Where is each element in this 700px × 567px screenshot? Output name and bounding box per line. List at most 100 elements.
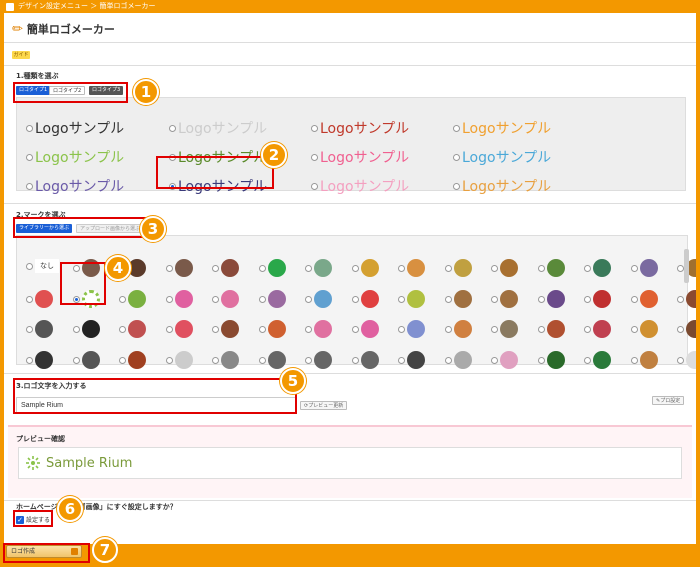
mark-option[interactable]: なし [26,259,59,273]
mark-option[interactable] [584,259,611,277]
mark-option[interactable] [444,290,472,308]
mark-option[interactable] [677,320,696,338]
radio-button[interactable] [677,264,684,272]
radio-button[interactable] [630,356,638,364]
radio-button[interactable] [453,153,460,161]
radio-button[interactable] [398,325,405,333]
mark-option[interactable] [165,259,193,277]
radio-button[interactable] [537,356,545,364]
radio-button[interactable] [305,356,312,364]
mark-option[interactable] [26,290,53,308]
mark-option[interactable] [630,290,658,308]
logo-type-option[interactable]: Logoサンプル [311,176,409,196]
radio-button[interactable] [491,264,498,272]
radio-button[interactable] [169,124,176,132]
radio-button[interactable] [584,295,591,303]
radio-button[interactable] [72,356,80,364]
mark-option[interactable] [165,320,193,338]
radio-button[interactable] [351,325,359,333]
logo-type-option[interactable]: Logoサンプル [169,118,267,138]
radio-button[interactable] [630,264,638,272]
logo-type-option[interactable]: Logoサンプル [453,147,551,167]
mark-option[interactable] [491,351,518,369]
mark-option[interactable] [630,351,658,369]
mark-option[interactable] [537,320,565,338]
radio-button[interactable] [165,295,173,303]
mark-option[interactable] [305,290,332,308]
logo-type-option[interactable]: Logoサンプル [26,118,124,138]
radio-button[interactable] [677,295,684,303]
radio-button[interactable] [212,264,219,272]
mark-option[interactable] [537,290,565,308]
radio-button[interactable] [677,325,684,333]
radio-button[interactable] [630,295,638,303]
mark-option[interactable] [584,320,611,338]
radio-button[interactable] [26,295,33,303]
radio-button[interactable] [444,264,452,272]
radio-button[interactable] [584,264,591,272]
radio-button[interactable] [398,356,405,364]
radio-button[interactable] [584,325,591,333]
radio-button[interactable] [258,325,266,333]
mark-option[interactable] [444,320,472,338]
mark-option[interactable] [398,290,425,308]
mark-option[interactable] [212,290,239,308]
mark-option[interactable] [630,259,658,277]
pro-settings-button[interactable]: ✎プロ設定 [652,396,685,405]
radio-button[interactable] [444,325,452,333]
mark-scrollbar[interactable] [684,249,689,283]
mark-option[interactable] [537,351,565,369]
radio-button[interactable] [491,325,498,333]
mark-option[interactable] [444,351,472,369]
radio-button[interactable] [453,124,460,132]
mark-option[interactable] [258,320,286,338]
mark-option[interactable] [26,320,53,338]
radio-button[interactable] [212,295,219,303]
radio-button[interactable] [258,264,266,272]
radio-button[interactable] [212,325,219,333]
mark-option[interactable] [584,351,611,369]
logo-type-option[interactable]: Logoサンプル [311,147,409,167]
mark-option[interactable] [398,320,425,338]
radio-button[interactable] [398,264,405,272]
mark-option[interactable] [537,259,565,277]
mark-option[interactable] [258,290,286,308]
radio-button[interactable] [351,264,359,272]
logo-type-option[interactable]: Logoサンプル [26,176,124,196]
mark-option[interactable] [119,290,146,308]
radio-button[interactable] [491,356,498,364]
radio-button[interactable] [305,325,312,333]
mark-option[interactable] [351,290,379,308]
radio-button[interactable] [26,262,33,270]
radio-button[interactable] [26,153,33,161]
mark-option[interactable] [26,351,53,369]
mark-option[interactable] [305,320,332,338]
radio-button[interactable] [305,295,312,303]
mark-option[interactable] [72,351,100,369]
mark-option[interactable] [165,290,193,308]
guide-badge[interactable]: ガイド [12,51,30,59]
radio-button[interactable] [584,356,591,364]
radio-button[interactable] [351,295,359,303]
mark-option[interactable] [444,259,472,277]
mark-option[interactable] [119,351,146,369]
logo-type-option[interactable]: Logoサンプル [26,147,124,167]
radio-button[interactable] [212,356,219,364]
radio-button[interactable] [444,295,452,303]
preview-update-button[interactable]: ⟳プレビュー更新 [300,401,348,410]
radio-button[interactable] [72,325,80,333]
radio-button[interactable] [537,264,545,272]
radio-button[interactable] [119,325,126,333]
radio-button[interactable] [26,325,33,333]
radio-button[interactable] [258,295,266,303]
mark-option[interactable] [165,351,193,369]
mark-option[interactable] [491,290,518,308]
mark-option[interactable] [305,351,332,369]
radio-button[interactable] [453,182,460,190]
radio-button[interactable] [165,264,173,272]
radio-button[interactable] [305,264,312,272]
radio-button[interactable] [258,356,266,364]
radio-button[interactable] [677,356,684,364]
radio-button[interactable] [537,325,545,333]
mark-option[interactable] [584,290,611,308]
